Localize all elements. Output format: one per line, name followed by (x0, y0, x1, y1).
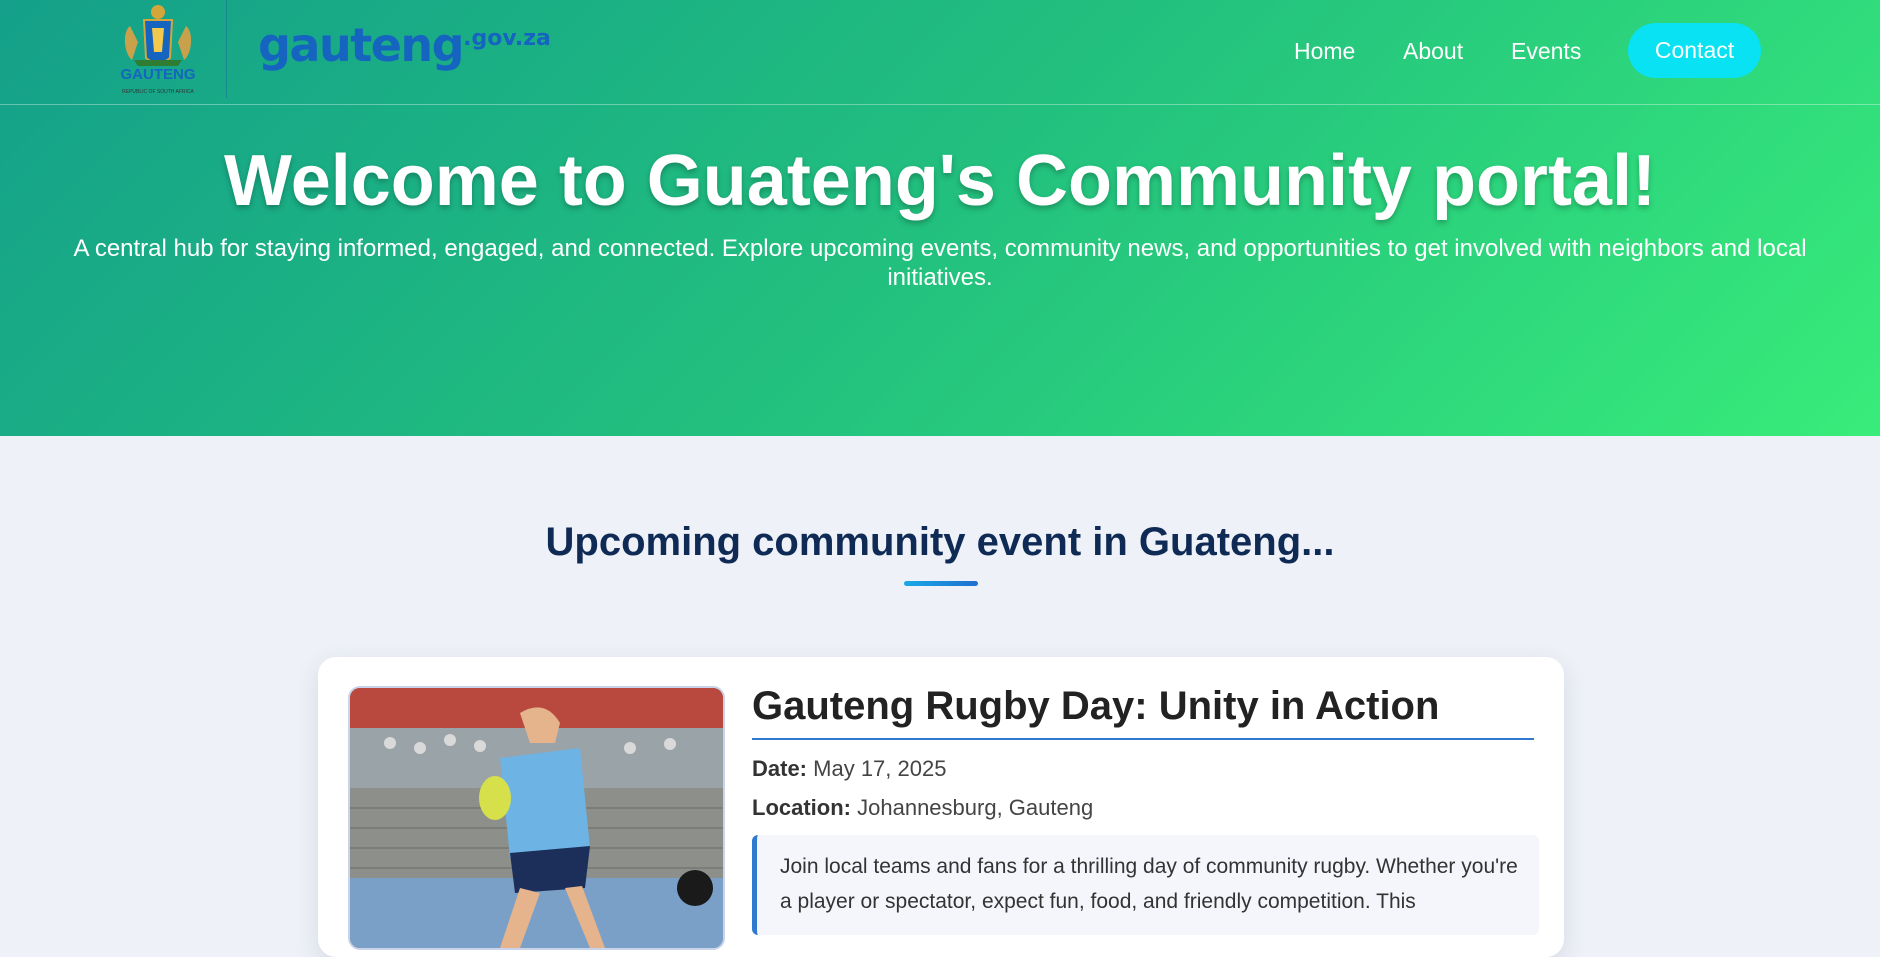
nav-home-link[interactable]: Home (1294, 38, 1355, 65)
event-location: Location: Johannesburg, Gauteng (752, 795, 1093, 821)
gauteng-gov-logo[interactable]: gauteng.gov.za (258, 18, 551, 78)
event-date-label: Date: (752, 756, 808, 781)
brand-domain: .gov.za (463, 26, 551, 51)
event-description: Join local teams and fans for a thrillin… (780, 855, 1518, 913)
brand-name: gauteng (258, 18, 465, 72)
event-description-box: Join local teams and fans for a thrillin… (752, 835, 1539, 935)
gauteng-coat-of-arms-icon[interactable] (118, 2, 198, 98)
event-photo (348, 686, 725, 950)
logo-divider (226, 0, 227, 98)
events-section-title: Upcoming community event in Guateng... (545, 520, 1335, 564)
hero-subtitle: A central hub for staying informed, enga… (73, 235, 1807, 291)
event-location-label: Location: (752, 795, 851, 820)
hero-title: Welcome to Guateng's Community portal! (224, 141, 1656, 221)
event-title-rule (752, 738, 1534, 740)
event-location-value: Johannesburg, Gauteng (857, 795, 1094, 820)
event-title: Gauteng Rugby Day: Unity in Action (752, 684, 1440, 728)
coat-of-arms-subtitle: REPUBLIC OF SOUTH AFRICA (122, 89, 194, 95)
event-date-value: May 17, 2025 (813, 756, 947, 781)
nav-events-link[interactable]: Events (1511, 38, 1581, 65)
section-title-underline (904, 581, 978, 586)
contact-button[interactable]: Contact (1628, 23, 1761, 78)
event-date: Date: May 17, 2025 (752, 756, 946, 782)
nav-about-link[interactable]: About (1403, 38, 1463, 65)
coat-of-arms-label: GAUTENG (120, 66, 196, 83)
top-navigation: GAUTENG REPUBLIC OF SOUTH AFRICA gauteng… (0, 0, 1880, 105)
